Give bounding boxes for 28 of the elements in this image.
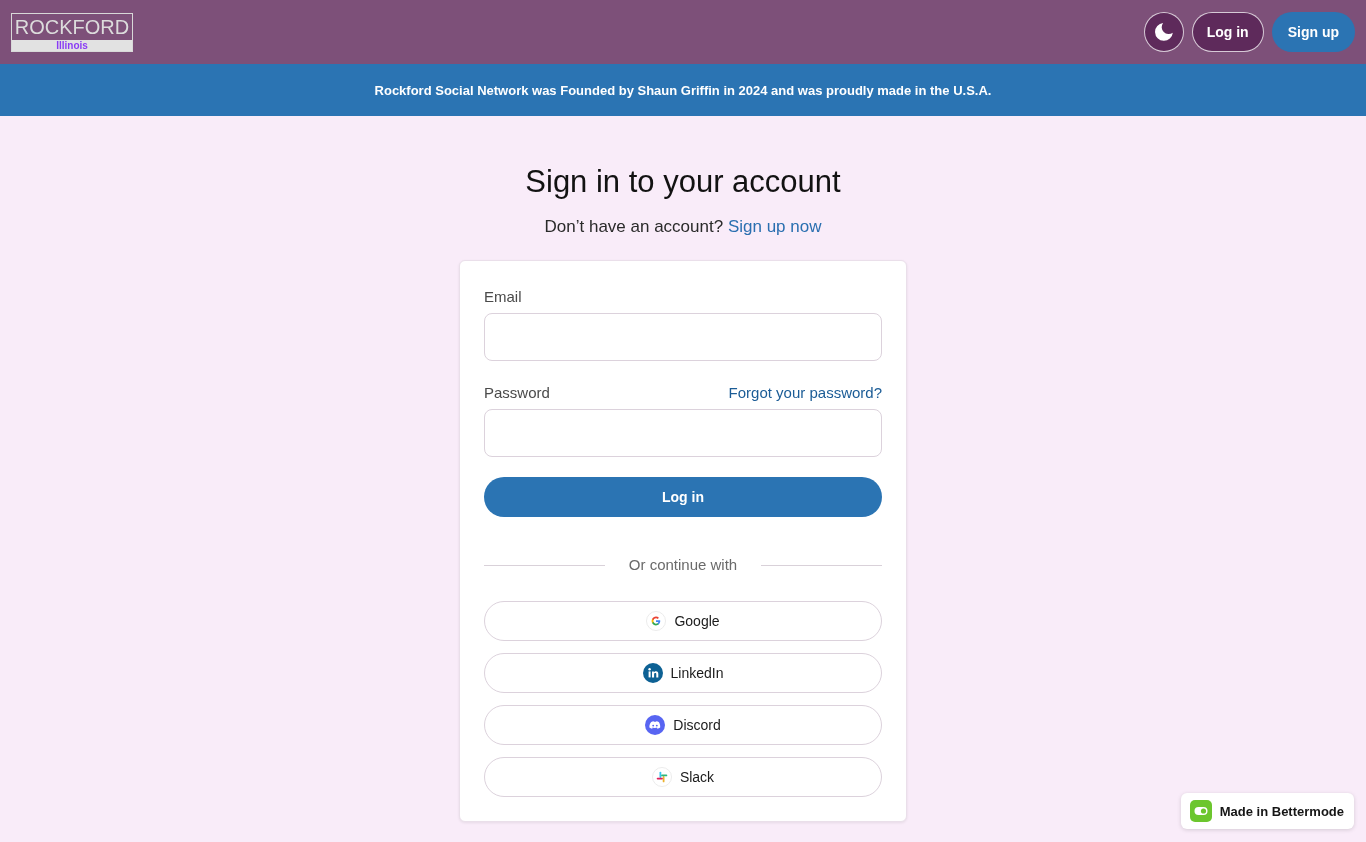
logo-title: ROCKFORD [13, 14, 131, 40]
signup-prompt: Don’t have an account? Sign up now [544, 216, 822, 238]
banner-text: Rockford Social Network was Founded by Shaun Griffin in 2024 and was proudly made in the U.S.A. [374, 82, 992, 98]
logo-subtitle: Illinois [12, 39, 132, 51]
field-label: Email [484, 287, 522, 307]
social-login-button[interactable]: Slack [484, 757, 882, 797]
field-label: Password [484, 383, 550, 403]
signup-button[interactable]: Sign up [1271, 12, 1355, 52]
logo[interactable]: ROCKFORD Illinois [11, 12, 133, 52]
social-login-button[interactable]: LinkedIn [484, 653, 882, 693]
social-login-button[interactable]: Discord [484, 705, 882, 745]
slack-icon [651, 767, 672, 787]
input-field[interactable] [484, 313, 882, 361]
divider-text: Or continue with [628, 555, 738, 575]
discord-icon [645, 715, 666, 735]
signup-link[interactable]: Sign up now [727, 217, 822, 236]
toggle-icon [1189, 800, 1212, 822]
forgot-password-link[interactable]: Forgot your password? [728, 382, 882, 404]
theme-toggle-button[interactable] [1143, 12, 1184, 52]
bettermode-badge[interactable]: Made in Bettermode [1180, 793, 1354, 829]
login-submit-button[interactable]: Log in [484, 477, 882, 517]
input-field[interactable] [484, 409, 882, 457]
login-button[interactable]: Log in [1191, 12, 1264, 52]
page-title: Sign in to your account [525, 163, 841, 201]
linkedin-icon [642, 663, 663, 683]
social-login-button[interactable]: Google [484, 601, 882, 641]
google-icon [646, 611, 667, 631]
moon-icon [1154, 23, 1173, 41]
